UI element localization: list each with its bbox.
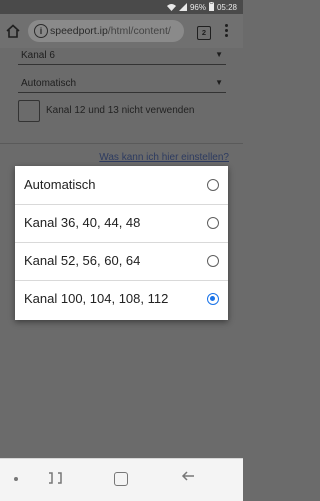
option-label: Kanal 100, 104, 108, 112 (24, 291, 169, 306)
radio-selected-icon[interactable] (207, 293, 219, 305)
recent-apps-icon[interactable] (47, 471, 63, 485)
wifi-icon (166, 3, 176, 14)
url-path: /html/content/ (107, 25, 171, 37)
option-label: Kanal 52, 56, 60, 64 (24, 253, 141, 268)
help-link[interactable]: Was kann ich hier einstellen? (99, 152, 229, 163)
channel-options-dialog: Automatisch Kanal 36, 40, 44, 48 Kanal 5… (15, 166, 228, 320)
info-icon[interactable]: i (34, 24, 48, 38)
divider (0, 143, 243, 144)
status-bar: 96% 05:28 (0, 0, 243, 14)
page-bottom (0, 442, 243, 458)
home-button-icon[interactable] (114, 472, 128, 486)
mode-select[interactable]: Automatisch ▼ (18, 76, 226, 93)
dropdown-arrow-icon: ▼ (215, 78, 223, 87)
mode-select-value: Automatisch (21, 78, 77, 89)
signal-icon (178, 2, 187, 14)
system-nav-bar (0, 458, 243, 501)
radio-unselected-icon[interactable] (207, 217, 219, 229)
battery-icon (208, 2, 214, 14)
option-kanal-52-64[interactable]: Kanal 52, 56, 60, 64 (15, 242, 228, 281)
back-icon[interactable] (181, 469, 195, 483)
tab-switcher-button[interactable]: 2 (197, 26, 211, 40)
channel-select-value: Kanal 6 (21, 50, 55, 61)
address-bar[interactable]: i speedport.ip/html/content/ (28, 20, 184, 42)
option-label: Kanal 36, 40, 44, 48 (24, 215, 141, 230)
option-kanal-36-48[interactable]: Kanal 36, 40, 44, 48 (15, 204, 228, 243)
battery-percent: 96% (189, 3, 206, 12)
clock: 05:28 (216, 3, 237, 12)
radio-unselected-icon[interactable] (207, 255, 219, 267)
radio-unselected-icon[interactable] (207, 179, 219, 191)
home-icon[interactable] (5, 23, 21, 39)
option-kanal-100-112[interactable]: Kanal 100, 104, 108, 112 (15, 280, 228, 318)
option-label: Automatisch (24, 177, 96, 192)
nav-dot-icon[interactable] (14, 477, 18, 481)
dropdown-arrow-icon: ▼ (215, 50, 223, 59)
option-automatisch[interactable]: Automatisch (15, 166, 228, 205)
overflow-menu-icon[interactable] (225, 24, 229, 40)
channel-12-13-checkbox[interactable] (18, 100, 40, 122)
browser-toolbar: i speedport.ip/html/content/ 2 (0, 14, 243, 48)
url-text[interactable]: speedport.ip/html/content/ (50, 25, 180, 37)
checkbox-label: Kanal 12 und 13 nicht verwenden (46, 105, 195, 116)
channel-select[interactable]: Kanal 6 ▼ (18, 48, 226, 65)
url-host: speedport.ip (50, 25, 108, 37)
status-right: 96% 05:28 (166, 2, 237, 14)
